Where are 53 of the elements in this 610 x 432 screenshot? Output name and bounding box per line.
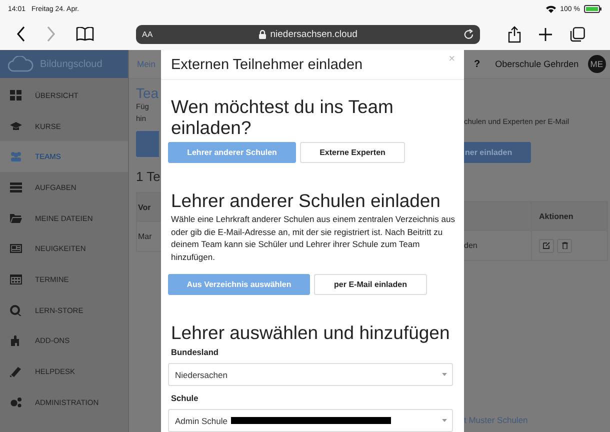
- description-text: Wähle eine Lehrkraft anderer Schulen aus einem zentralen Verzeichnis aus oder gib die E-Mail-Adresse an, mit der sie registriert ist. Nach Beitritt zu deinem Team kann sie Schüler und Lehrer ihrer Schule zum Team hinzufügen.: [171, 213, 456, 263]
- share-icon[interactable]: [508, 26, 521, 42]
- close-button[interactable]: ×: [448, 53, 455, 65]
- invite-method-tab[interactable]: per E-Mail einladen: [314, 274, 427, 295]
- invite-method-tab[interactable]: Aus Verzeichnis auswählen: [168, 274, 310, 295]
- text-size-button[interactable]: AA: [142, 30, 153, 38]
- table-cell-text: Mar: [137, 231, 153, 243]
- plus-icon[interactable]: [539, 28, 552, 40]
- book-icon[interactable]: [76, 27, 94, 41]
- dialog-title: Externen Teilnehmer einladen: [171, 56, 363, 73]
- invite-type-tab[interactable]: Externe Experten: [300, 142, 405, 164]
- invite-type-tab[interactable]: Lehrer anderer Schulen: [168, 142, 296, 164]
- address-bar[interactable]: AA niedersachsen.cloud: [136, 24, 480, 44]
- avatar[interactable]: ME: [588, 55, 606, 73]
- edit-button[interactable]: [539, 238, 554, 252]
- field-label: Schule: [171, 393, 200, 403]
- field-label: Bundesland: [171, 347, 220, 357]
- calendar-icon: [10, 274, 22, 285]
- table-header: Aktionen: [538, 212, 574, 220]
- form-heading: Lehrer auswählen und hinzufügen: [171, 322, 451, 343]
- school-link[interactable]: t Muster Schulen: [464, 415, 610, 425]
- help-icon[interactable]: ?: [474, 58, 480, 70]
- select-field[interactable]: Niedersachen: [168, 363, 453, 386]
- caret-icon: [442, 373, 447, 376]
- back-icon[interactable]: [16, 26, 26, 42]
- grid-icon: [10, 90, 22, 101]
- wifi-icon: [546, 5, 556, 13]
- cloud-icon: [8, 56, 34, 72]
- caret-icon: [442, 419, 447, 422]
- url-text: niedersachsen.cloud: [270, 28, 358, 40]
- table-cell: den: [464, 231, 532, 260]
- breadcrumb-link[interactable]: Mein: [129, 59, 156, 69]
- list-icon: [10, 182, 22, 193]
- edit-icon: [543, 242, 550, 249]
- invite-button[interactable]: ner einladen: [464, 142, 531, 163]
- newspaper-icon: [10, 243, 22, 254]
- folder-icon: [10, 212, 22, 224]
- lock-icon: [259, 30, 266, 38]
- reload-icon[interactable]: [464, 28, 474, 40]
- search-icon: [10, 304, 22, 316]
- tabs-icon[interactable]: [570, 26, 585, 42]
- team-count: 1 Te: [136, 169, 160, 184]
- select-field[interactable]: Admin Schule: [168, 409, 453, 432]
- table-header: Vor: [137, 193, 161, 222]
- people-icon: [10, 151, 22, 162]
- page-title: Tea: [136, 85, 159, 101]
- battery-icon: [584, 5, 602, 13]
- delete-button[interactable]: [557, 238, 572, 252]
- trash-icon: [562, 242, 568, 249]
- question-heading: Wen möchtest du ins Team einladen?: [171, 96, 394, 138]
- section-heading: Lehrer anderer Schulen einladen: [171, 190, 442, 212]
- graduation-cap-icon: [10, 120, 22, 132]
- school-name: Oberschule Gehrden: [495, 59, 579, 69]
